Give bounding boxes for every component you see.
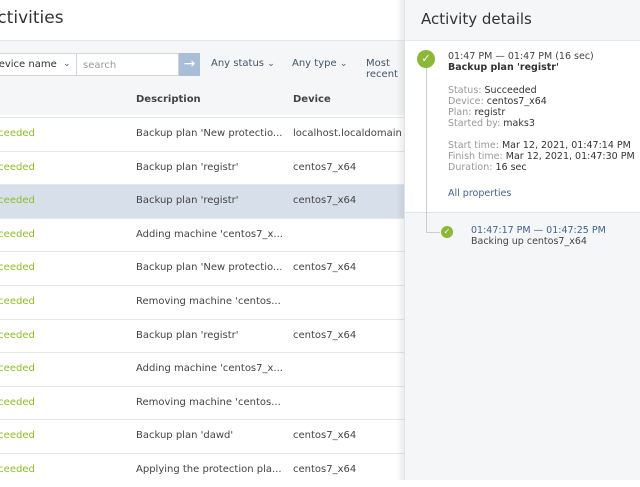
page-title: Activities	[0, 8, 64, 28]
toolbar	[0, 40, 404, 115]
status-value: Succeeded	[484, 85, 537, 96]
status-filter[interactable]: Any status ⌄	[211, 58, 275, 69]
search-go-button[interactable]: →	[179, 53, 200, 76]
table-row[interactable]: Succeeded Applying the protection pla... c…	[0, 452, 404, 487]
subactivity-time-range: 01:47:17 PM — 01:47:25 PM	[471, 225, 606, 236]
started-by-label: Started by:	[448, 118, 501, 129]
success-check-icon: ✓	[441, 226, 453, 238]
start-label: Start time:	[448, 140, 499, 151]
table-body: Succeeded Backup plan 'New protectio... lo…	[0, 117, 404, 487]
cell-device: centos7_x64	[293, 195, 357, 207]
table-row[interactable]: Succeeded Backup plan 'New protectio... lo…	[0, 117, 404, 151]
panel-shadow	[396, 0, 404, 480]
started-by-value: maks3	[503, 118, 535, 129]
cell-status: Succeeded	[0, 161, 35, 173]
table-row[interactable]: Succeeded Backup plan 'New protectio... ce…	[0, 251, 404, 285]
activity-name: Backup plan 'registr'	[448, 62, 559, 73]
subactivity-name[interactable]: Backing up centos7_x64	[471, 236, 587, 247]
cell-description: Backup plan 'New protectio...	[136, 262, 283, 274]
activity-time-range: 01:47 PM — 01:47 PM (16 sec)	[448, 51, 594, 62]
cell-status: Succeeded	[0, 396, 35, 408]
cell-description: Backup plan 'registr'	[136, 329, 239, 341]
table-row[interactable]: Succeeded Backup plan 'registr' centos7_x6…	[0, 184, 404, 218]
plan-value: registr	[474, 107, 506, 118]
status-label: Status:	[448, 85, 482, 96]
filter-field-select[interactable]: Device name ⌄	[0, 53, 77, 76]
cell-status: Succeeded	[0, 195, 35, 207]
chevron-down-icon: ⌄	[267, 59, 275, 69]
table-row[interactable]: Succeeded Backup plan 'registr' centos7_x6…	[0, 150, 404, 185]
cell-status: Succeeded	[0, 329, 35, 341]
table-row[interactable]: Succeeded Adding machine 'centos7_x...	[0, 217, 404, 252]
type-filter[interactable]: Any type ⌄	[292, 58, 347, 69]
cell-description: Adding machine 'centos7_x...	[136, 228, 283, 240]
chevron-down-icon: ⌄	[339, 59, 348, 69]
cell-device: centos7_x64	[293, 430, 357, 442]
cell-description: Backup plan 'dawd'	[136, 430, 234, 442]
cell-device: centos7_x64	[293, 161, 357, 173]
cell-description: Backup plan 'registr'	[136, 161, 239, 173]
cell-description: Backup plan 'registr'	[136, 195, 239, 207]
column-header-device[interactable]: Device	[293, 94, 331, 105]
cell-device: centos7_x64	[293, 329, 357, 341]
table-row[interactable]: Succeeded Removing machine 'centos...	[0, 385, 404, 420]
filter-field-label: Device name	[0, 59, 57, 70]
start-value: Mar 12, 2021, 01:47:14 PM	[501, 140, 631, 151]
table-row[interactable]: Succeeded Backup plan 'registr' centos7_x6…	[0, 318, 404, 353]
cell-device: centos7_x64	[293, 463, 357, 475]
table-row[interactable]: Succeeded Removing machine 'centos...	[0, 284, 404, 319]
cell-status: Succeeded	[0, 363, 35, 375]
timeline-branch	[426, 232, 440, 233]
panel-title: Activity details	[421, 10, 532, 28]
table-row[interactable]: Succeeded Backup plan 'dawd' centos7_x64	[0, 419, 404, 453]
cell-status: Succeeded	[0, 295, 35, 307]
column-header-description[interactable]: Description	[136, 94, 201, 105]
cell-status: Succeeded	[0, 463, 35, 475]
chevron-down-icon: ⌄	[63, 59, 71, 69]
all-properties-link[interactable]: All properties	[448, 188, 511, 199]
cell-device: centos7_x64	[293, 262, 357, 274]
finish-label: Finish time:	[448, 151, 503, 162]
cell-status: Succeeded	[0, 228, 35, 240]
search-input[interactable]: search	[77, 53, 179, 76]
cell-status: Succeeded	[0, 430, 35, 442]
cell-description: Removing machine 'centos...	[136, 295, 281, 307]
cell-description: Adding machine 'centos7_x...	[136, 363, 283, 375]
cell-device: localhost.localdomain	[293, 128, 402, 139]
device-value: centos7_x64	[486, 96, 547, 107]
plan-label: Plan:	[448, 107, 472, 118]
arrow-right-icon: →	[183, 56, 196, 72]
cell-description: Applying the protection pla...	[136, 463, 282, 475]
timeline-line	[426, 60, 427, 233]
cell-status: Succeeded	[0, 128, 35, 139]
activity-details-panel: Activity details ✓ 01:47 PM — 01:47 PM (…	[404, 0, 640, 480]
cell-description: Backup plan 'New protectio...	[136, 128, 283, 139]
cell-status: Succeeded	[0, 262, 35, 274]
activities-list: Activities Device name ⌄ search → Any sta…	[0, 0, 404, 487]
duration-label: Duration:	[448, 162, 493, 173]
device-label: Device:	[448, 96, 484, 107]
success-check-icon: ✓	[417, 50, 435, 68]
cell-description: Removing machine 'centos...	[136, 396, 281, 408]
duration-value: 16 sec	[495, 162, 527, 173]
table-row[interactable]: Succeeded Adding machine 'centos7_x...	[0, 352, 404, 386]
finish-value: Mar 12, 2021, 01:47:30 PM	[505, 151, 635, 162]
